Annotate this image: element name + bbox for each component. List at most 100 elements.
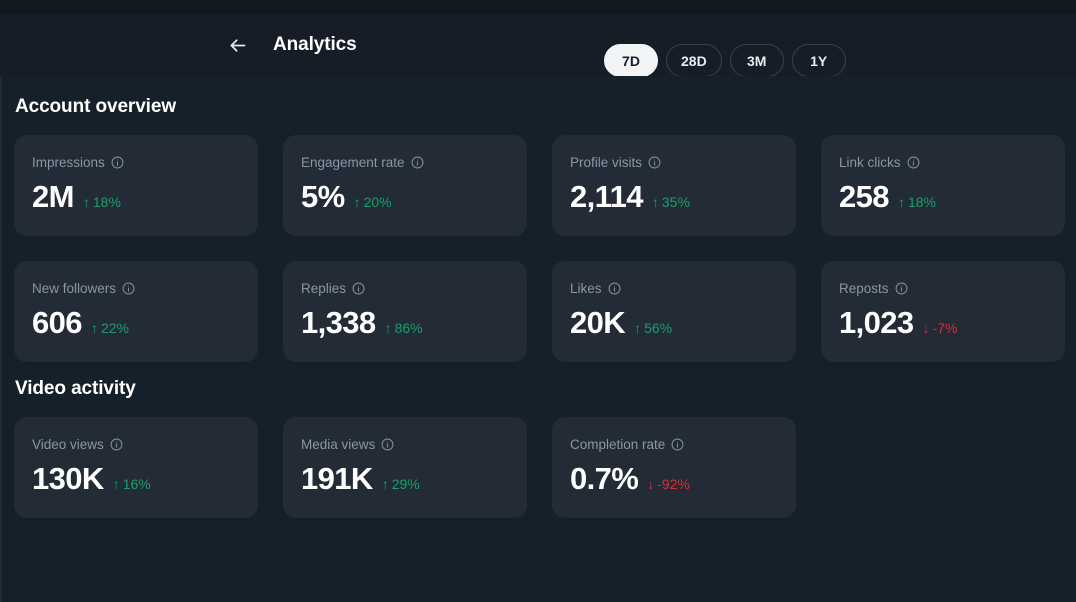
metric-card[interactable]: Link clicks 258 ↑ 18% [821, 135, 1065, 236]
info-icon[interactable] [411, 156, 424, 169]
info-icon[interactable] [907, 156, 920, 169]
info-icon[interactable] [671, 438, 684, 451]
section-video-activity: Video activity Video views 130K ↑ 16% Media … [0, 362, 1076, 518]
metric-value: 258 [839, 178, 890, 214]
metric-delta-value: 56% [644, 319, 673, 336]
metric-delta: ↑ 29% [382, 476, 420, 492]
info-icon[interactable] [352, 282, 365, 295]
metric-delta-value: 29% [391, 475, 420, 492]
info-icon[interactable] [648, 156, 661, 169]
metric-delta: ↑ 18% [898, 194, 936, 210]
metric-label: Impressions [32, 155, 105, 170]
range-pill-1y[interactable]: 1Y [791, 44, 846, 77]
metric-delta: ↑ 18% [83, 194, 121, 210]
range-pill-28d[interactable]: 28D [666, 44, 722, 77]
metric-value: 191K [301, 460, 373, 496]
metric-card[interactable]: Impressions 2M ↑ 18% [14, 135, 258, 236]
info-icon[interactable] [381, 438, 394, 451]
metric-value: 0.7% [570, 460, 639, 496]
metric-label-row: Link clicks [839, 156, 1065, 170]
metric-value-row: 258 ↑ 18% [839, 179, 1065, 215]
metric-value: 1,023 [839, 304, 914, 340]
metric-label: Completion rate [570, 437, 666, 452]
metric-delta-value: 18% [92, 193, 121, 210]
metric-value-row: 20K ↑ 56% [570, 305, 796, 341]
info-icon[interactable] [608, 282, 621, 295]
back-button[interactable] [222, 30, 252, 60]
metric-label: Engagement rate [301, 155, 405, 170]
arrow-up-icon: ↑ [112, 475, 120, 492]
metric-delta-value: 35% [661, 193, 690, 210]
metric-delta: ↑ 20% [354, 194, 392, 210]
metric-delta: ↑ 35% [652, 194, 690, 210]
metric-card[interactable]: Replies 1,338 ↑ 86% [283, 261, 527, 362]
metric-value-row: 1,023 ↓ -7% [839, 305, 1065, 341]
metric-delta: ↓ -7% [923, 320, 958, 336]
metric-value: 606 [32, 304, 83, 340]
metric-card[interactable]: Completion rate 0.7% ↓ -92% [552, 417, 796, 518]
metric-card[interactable]: Media views 191K ↑ 29% [283, 417, 527, 518]
metric-label-row: Impressions [32, 156, 258, 170]
metric-delta: ↑ 22% [91, 320, 129, 336]
metric-value-row: 5% ↑ 20% [301, 179, 527, 215]
metric-label: Media views [301, 437, 376, 452]
metric-card[interactable]: New followers 606 ↑ 22% [14, 261, 258, 362]
metric-delta-value: 18% [907, 193, 936, 210]
range-pill-7d[interactable]: 7D [604, 44, 658, 77]
metric-label-row: Replies [301, 282, 527, 296]
analytics-page: Account overview Impressions 2M ↑ 18% Engage… [0, 76, 1076, 602]
range-pill-3m[interactable]: 3M [729, 44, 784, 77]
metric-card[interactable]: Engagement rate 5% ↑ 20% [283, 135, 527, 236]
arrow-up-icon: ↑ [381, 475, 389, 492]
metric-value-row: 0.7% ↓ -92% [570, 461, 796, 497]
metric-value-row: 130K ↑ 16% [32, 461, 258, 497]
metric-value: 2M [32, 178, 74, 214]
metric-value: 2,114 [570, 178, 643, 214]
arrow-up-icon: ↑ [90, 319, 98, 336]
section-title: Account overview [15, 96, 177, 117]
metric-value: 130K [32, 460, 104, 496]
account-overview-card-grid: Impressions 2M ↑ 18% Engagement rate 5% ↑ 20% Pr… [0, 135, 1076, 362]
metric-delta-value: -92% [657, 475, 690, 492]
metric-label-row: Likes [570, 282, 796, 296]
arrow-up-icon: ↑ [651, 193, 659, 210]
metric-label-row: Media views [301, 438, 527, 452]
metric-label: Video views [32, 437, 104, 452]
metric-label: Profile visits [570, 155, 643, 170]
arrow-up-icon: ↑ [897, 193, 905, 210]
metric-card[interactable]: Likes 20K ↑ 56% [552, 261, 796, 362]
metric-delta-value: 22% [100, 319, 129, 336]
metric-label: Replies [301, 281, 347, 296]
metric-card[interactable]: Video views 130K ↑ 16% [14, 417, 258, 518]
arrow-down-icon: ↓ [647, 475, 655, 492]
metric-value: 20K [570, 304, 626, 340]
info-icon[interactable] [895, 282, 908, 295]
metric-label-row: Video views [32, 438, 258, 452]
metric-label-row: Completion rate [570, 438, 796, 452]
metric-label: Link clicks [839, 155, 901, 170]
metric-value: 1,338 [301, 304, 376, 340]
arrow-up-icon: ↑ [634, 319, 642, 336]
metric-delta: ↓ -92% [647, 476, 690, 492]
metric-value: 5% [301, 178, 345, 214]
status-bar [0, 0, 1076, 14]
metric-value-row: 1,338 ↑ 86% [301, 305, 527, 341]
section-account-overview: Account overview Impressions 2M ↑ 18% Engage… [0, 76, 1076, 362]
metric-label: Likes [570, 281, 602, 296]
section-title: Video activity [15, 378, 136, 399]
metric-label-row: Engagement rate [301, 156, 527, 170]
metric-card[interactable]: Profile visits 2,114 ↑ 35% [552, 135, 796, 236]
info-icon[interactable] [122, 282, 135, 295]
info-icon[interactable] [111, 156, 124, 169]
metric-delta-value: 86% [394, 319, 423, 336]
metric-label: Reposts [839, 281, 889, 296]
info-icon[interactable] [110, 438, 123, 451]
metric-card[interactable]: Reposts 1,023 ↓ -7% [821, 261, 1065, 362]
edge-divider [0, 76, 2, 602]
metric-label-row: New followers [32, 282, 258, 296]
metric-value-row: 2,114 ↑ 35% [570, 179, 796, 215]
page-title: Analytics [273, 34, 357, 55]
metric-value-row: 606 ↑ 22% [32, 305, 258, 341]
time-range-selector: 7D 28D 3M 1Y [604, 44, 846, 77]
metric-delta: ↑ 86% [385, 320, 423, 336]
